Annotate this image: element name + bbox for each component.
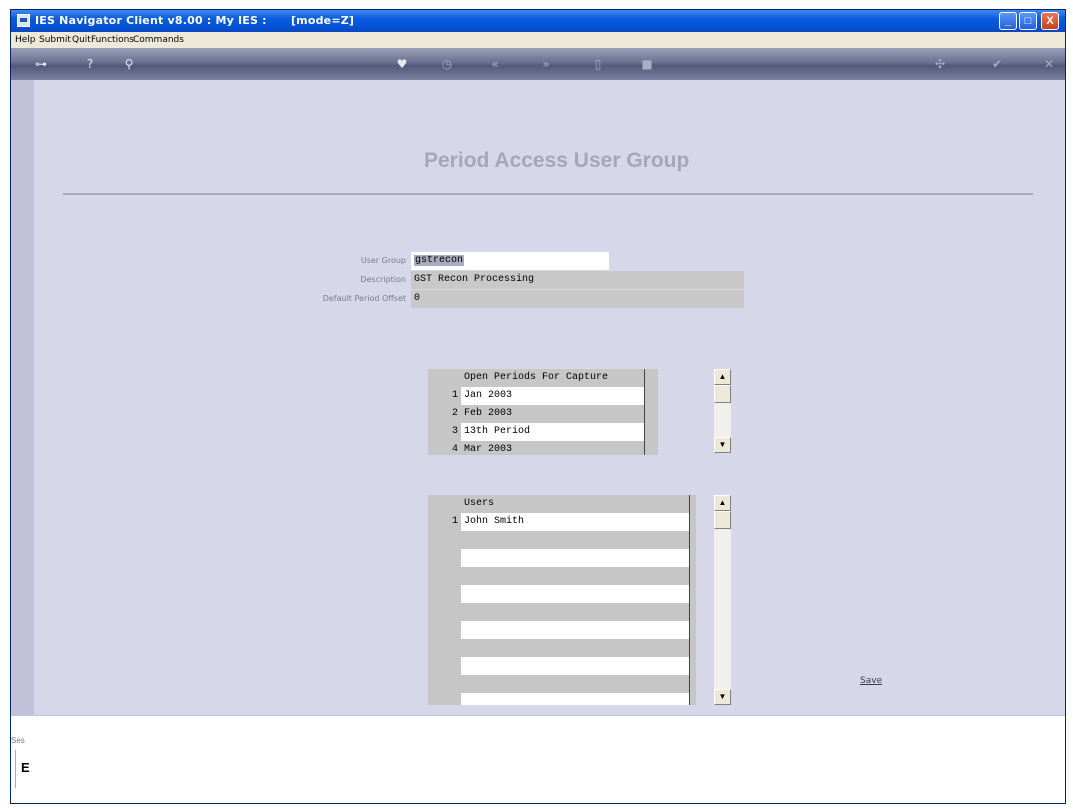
- row-number: 2: [451, 408, 458, 419]
- menu-help[interactable]: Help: [15, 35, 36, 45]
- screen: IES Navigator Client v8.00 : My IES : [m…: [0, 0, 1073, 809]
- session-area: Ses E: [11, 715, 1065, 803]
- close-icon[interactable]: ✕: [1041, 56, 1057, 72]
- forward-icon[interactable]: »: [538, 56, 554, 72]
- settings-icon[interactable]: ✣: [932, 56, 948, 72]
- user-cell-empty[interactable]: [461, 567, 689, 585]
- user-cell-empty[interactable]: [461, 657, 689, 675]
- description-field[interactable]: GST Recon Processing: [411, 271, 744, 289]
- period-offset-field[interactable]: 0: [411, 290, 744, 308]
- scroll-thumb[interactable]: [714, 511, 731, 529]
- app-window: IES Navigator Client v8.00 : My IES : [m…: [10, 9, 1066, 804]
- table-row[interactable]: 1 John Smith: [428, 513, 696, 531]
- user-cell-empty[interactable]: [461, 639, 689, 657]
- users-scrollbar[interactable]: ▲ ▼: [714, 495, 731, 705]
- user-group-field[interactable]: gstrecon: [411, 252, 609, 270]
- search-icon[interactable]: ⚲: [121, 56, 137, 72]
- clock-icon[interactable]: ◷: [439, 56, 455, 72]
- scroll-up-icon[interactable]: ▲: [714, 495, 731, 511]
- scroll-down-icon[interactable]: ▼: [714, 437, 731, 453]
- rewind-icon[interactable]: «: [487, 56, 503, 72]
- users-grid: Users 1 John Smith: [428, 495, 696, 705]
- description-label: Description: [360, 275, 406, 284]
- window-title: IES Navigator Client v8.00 : My IES : [m…: [35, 14, 355, 27]
- save-button[interactable]: Save: [860, 676, 882, 686]
- menu-commands[interactable]: Commands: [133, 35, 184, 45]
- user-cell-empty[interactable]: [461, 621, 689, 639]
- help-icon[interactable]: ?: [82, 56, 98, 72]
- row-number: 3: [451, 426, 458, 437]
- content-area: Period Access User Group User Group gstr…: [11, 80, 1065, 803]
- table-row[interactable]: 2 Feb 2003: [428, 405, 658, 423]
- periods-grid: Open Periods For Capture 1 Jan 2003 2 Fe…: [428, 369, 658, 455]
- title-divider: [63, 193, 1033, 195]
- key-icon[interactable]: ⊶: [33, 56, 49, 72]
- maximize-button[interactable]: □: [1019, 12, 1037, 30]
- page-icon[interactable]: ▯: [590, 56, 606, 72]
- user-group-value: gstrecon: [414, 255, 465, 266]
- user-cell-empty[interactable]: [461, 603, 689, 621]
- toolbar: ⊶ ? ⚲ ♥ ◷ « » ▯ ■ ✣ ✔ ✕: [11, 48, 1065, 80]
- row-number: 4: [451, 444, 458, 455]
- session-label: Ses: [11, 736, 25, 745]
- user-cell-empty[interactable]: [461, 675, 689, 693]
- user-group-label: User Group: [360, 256, 406, 265]
- users-grid-header: Users: [461, 495, 689, 513]
- title-bar[interactable]: IES Navigator Client v8.00 : My IES : [m…: [11, 10, 1065, 32]
- scroll-up-icon[interactable]: ▲: [714, 369, 731, 385]
- table-row[interactable]: 1 Jan 2003: [428, 387, 658, 405]
- user-cell-empty[interactable]: [461, 531, 689, 549]
- column-divider: [689, 495, 690, 705]
- heart-icon[interactable]: ♥: [394, 56, 410, 72]
- periods-scrollbar[interactable]: ▲ ▼: [714, 369, 731, 453]
- table-row[interactable]: 4 Mar 2003: [428, 441, 658, 455]
- menu-submit[interactable]: Submit: [39, 35, 71, 45]
- session-value: E: [21, 760, 30, 775]
- menu-bar: Help Submit Quit Functions Commands: [11, 32, 1065, 48]
- period-cell[interactable]: Mar 2003: [461, 441, 644, 455]
- scroll-down-icon[interactable]: ▼: [714, 689, 731, 705]
- periods-grid-header: Open Periods For Capture: [461, 369, 644, 387]
- period-cell[interactable]: 13th Period: [461, 423, 644, 441]
- period-cell[interactable]: Feb 2003: [461, 405, 644, 423]
- table-row[interactable]: 3 13th Period: [428, 423, 658, 441]
- page-title: Period Access User Group: [424, 149, 690, 172]
- square-icon[interactable]: ■: [639, 56, 655, 72]
- minimize-button[interactable]: _: [999, 12, 1017, 30]
- menu-quit[interactable]: Quit: [72, 35, 91, 45]
- user-cell-empty[interactable]: [461, 693, 689, 705]
- check-icon[interactable]: ✔: [989, 56, 1005, 72]
- scroll-thumb[interactable]: [714, 385, 731, 403]
- user-cell-empty[interactable]: [461, 549, 689, 567]
- close-window-button[interactable]: X: [1041, 12, 1059, 30]
- user-cell-empty[interactable]: [461, 585, 689, 603]
- menu-functions[interactable]: Functions: [91, 35, 134, 45]
- left-strip: [11, 80, 34, 803]
- form-panel: Period Access User Group User Group gstr…: [34, 107, 1065, 715]
- user-cell[interactable]: John Smith: [461, 513, 689, 531]
- app-icon: [17, 14, 30, 27]
- row-number: 1: [451, 390, 458, 401]
- column-divider: [644, 369, 645, 455]
- period-offset-label: Default Period Offset: [322, 294, 406, 303]
- row-number: 1: [451, 516, 458, 527]
- period-cell[interactable]: Jan 2003: [461, 387, 644, 405]
